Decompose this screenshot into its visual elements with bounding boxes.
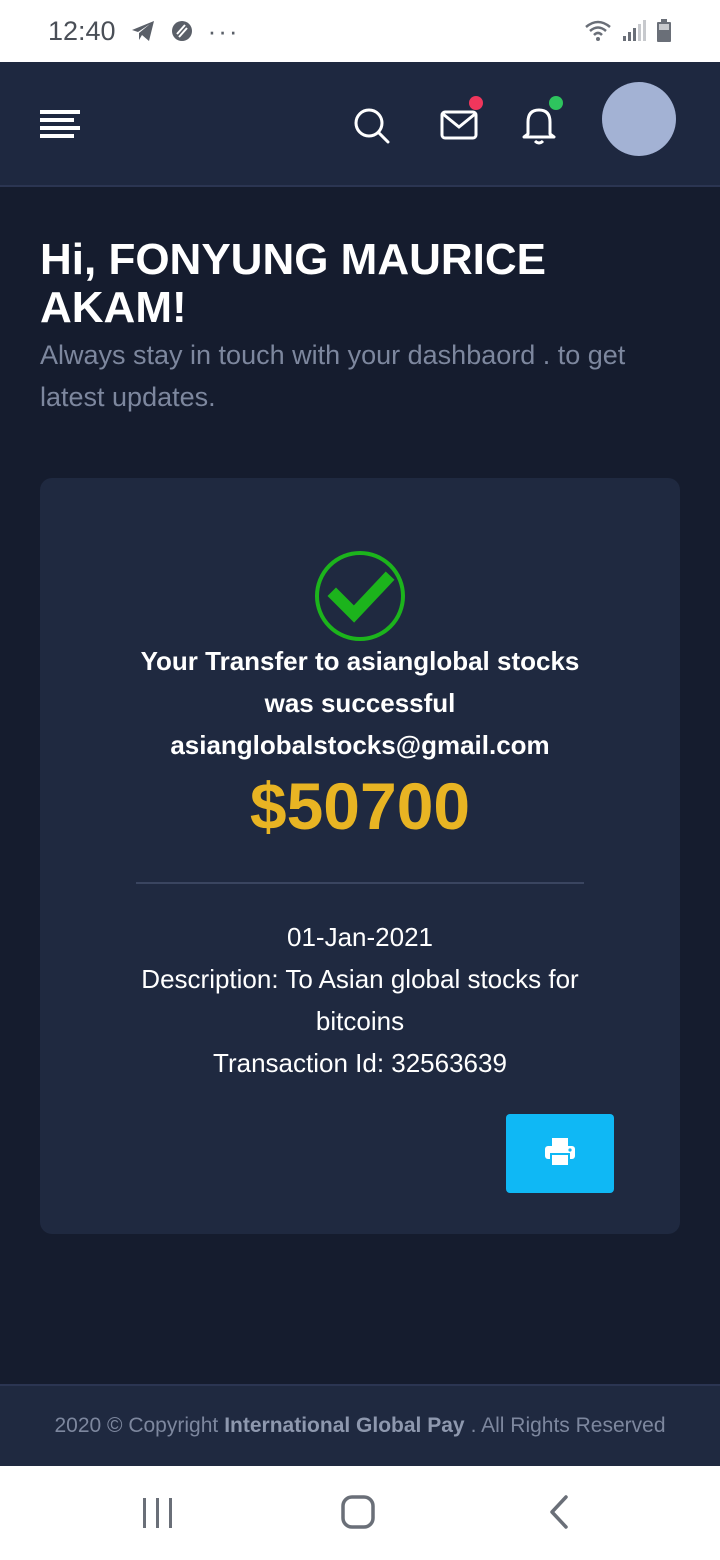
more-notifications-icon: ··· [207, 15, 240, 46]
divider [136, 882, 584, 884]
search-icon[interactable] [352, 106, 392, 146]
telegram-icon [130, 19, 156, 43]
status-left: 12:40 ··· [48, 16, 240, 47]
printer-icon [544, 1137, 576, 1170]
app-status-icon [170, 19, 194, 43]
footer-brand-link[interactable]: International Global Pay [224, 1414, 464, 1438]
transfer-receipt-card: Your Transfer to asianglobal stocks was … [40, 478, 680, 1234]
recent-apps-icon[interactable] [140, 1496, 176, 1530]
recipient-email: asianglobalstocks@gmail.com [170, 730, 550, 760]
transfer-amount: $50700 [249, 769, 471, 843]
page-title: Hi, FONYUNG MAURICE AKAM! [40, 235, 546, 332]
mail-icon[interactable] [440, 106, 480, 146]
home-icon[interactable] [340, 1494, 376, 1530]
hamburger-icon[interactable] [40, 108, 82, 140]
status-time: 12:40 [48, 15, 116, 46]
signal-icon [622, 20, 646, 42]
transaction-date: 01-Jan-2021 [287, 922, 433, 952]
check-circle-icon [314, 550, 406, 642]
footer-prefix: 2020 © Copyright [54, 1414, 219, 1437]
status-bar: 12:40 ··· [0, 0, 720, 62]
wifi-icon [584, 20, 612, 42]
transfer-message-line1: Your Transfer to asianglobal stocks [140, 646, 580, 676]
system-navigation-bar [0, 1466, 720, 1560]
print-button[interactable] [506, 1114, 614, 1193]
bell-icon[interactable] [520, 104, 560, 145]
footer-suffix: . All Rights Reserved [470, 1414, 666, 1437]
transaction-details: 01-Jan-2021 Description: To Asian global… [120, 916, 600, 1084]
page-subtitle: Always stay in touch with your dashbaord… [40, 340, 626, 412]
bell-notification-badge [549, 96, 563, 110]
transfer-message: Your Transfer to asianglobal stocks was … [100, 640, 620, 766]
transaction-id: Transaction Id: 32563639 [213, 1048, 507, 1078]
battery-icon [656, 19, 672, 43]
back-icon[interactable] [546, 1494, 572, 1530]
footer: 2020 © Copyright International Global Pa… [0, 1384, 720, 1466]
transaction-description: Description: To Asian global stocks for … [141, 964, 579, 1036]
status-right [584, 19, 672, 43]
avatar[interactable] [602, 82, 676, 156]
transfer-message-line2: was successful [264, 688, 456, 718]
mail-notification-badge [469, 96, 483, 110]
